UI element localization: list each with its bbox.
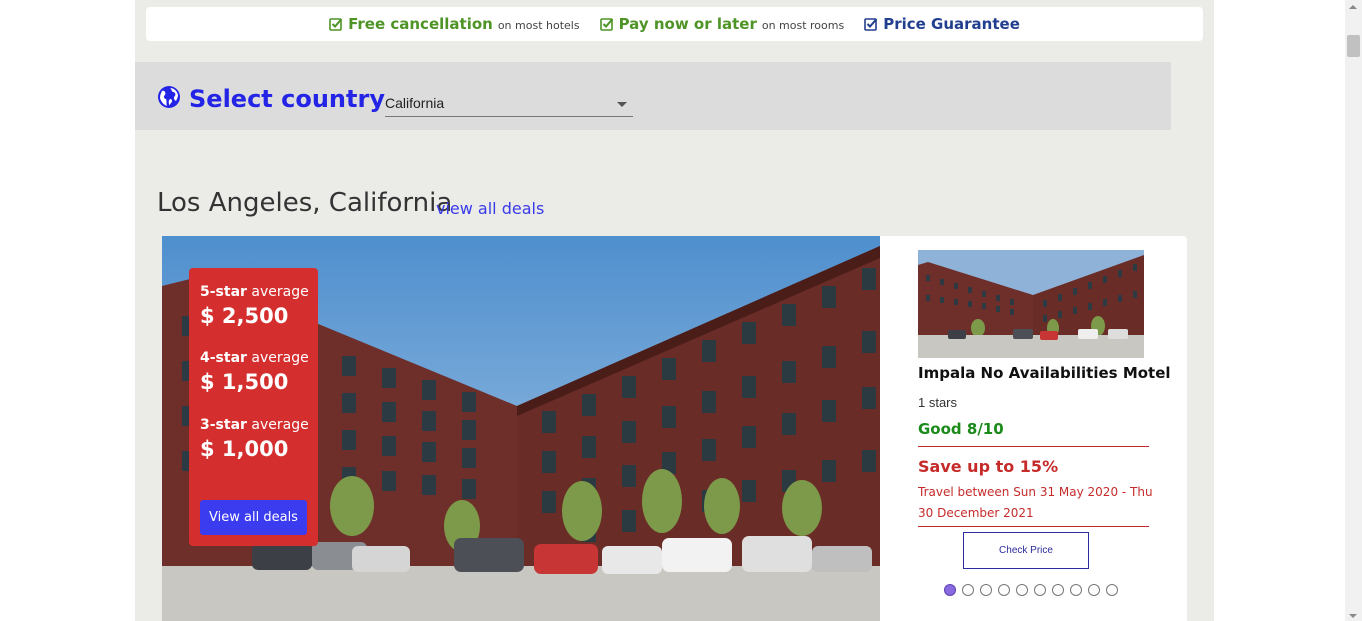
view-all-deals-link[interactable]: view all deals: [436, 199, 544, 218]
star-average-card: 5-star average $ 2,500 4-star average $ …: [189, 268, 318, 546]
benefit-price-guarantee: Price Guarantee: [864, 15, 1020, 33]
scroll-down-arrow-icon[interactable]: [1349, 614, 1357, 618]
carousel-dot[interactable]: [944, 584, 956, 596]
country-selector-bar: Select country California: [135, 62, 1171, 130]
check-price-button[interactable]: Check Price: [963, 532, 1089, 569]
average-3-star: 3-star average $ 1,000: [200, 417, 309, 461]
carousel-dot[interactable]: [1034, 584, 1046, 596]
average-price: $ 2,500: [200, 304, 289, 328]
page-content: Free cancellation on most hotels Pay now…: [135, 0, 1214, 621]
average-4-star: 4-star average $ 1,500: [200, 350, 309, 394]
average-price: $ 1,000: [200, 437, 289, 461]
divider: [918, 446, 1149, 447]
benefit-pay-later: Pay now or later on most rooms: [599, 15, 845, 33]
carousel-dot[interactable]: [1106, 584, 1118, 596]
travel-dates-text: Travel between Sun 31 May 2020 - Thu 30 …: [918, 485, 1153, 520]
scrollbar-thumb[interactable]: [1347, 35, 1360, 57]
view-all-deals-button[interactable]: View all deals: [200, 500, 307, 535]
average-label: average: [251, 417, 309, 433]
star-level: 5-star: [200, 284, 247, 300]
check-icon: [599, 18, 613, 31]
average-5-star: 5-star average $ 2,500: [200, 284, 309, 328]
city-title: Los Angeles, California: [157, 188, 453, 218]
hotel-deal-card: Impala No Availabilities Motel 1 stars G…: [880, 236, 1187, 621]
hotel-thumbnail-illustration: [918, 250, 1144, 358]
dropdown-arrow-icon: [617, 102, 627, 107]
benefit-main-text: Pay now or later: [618, 15, 757, 33]
benefit-main-text: Price Guarantee: [883, 15, 1020, 33]
select-country-title: Select country: [189, 85, 385, 113]
carousel-dot[interactable]: [962, 584, 974, 596]
carousel-dot[interactable]: [1070, 584, 1082, 596]
benefit-free-cancellation: Free cancellation on most hotels: [329, 15, 580, 33]
benefits-bar: Free cancellation on most hotels Pay now…: [146, 7, 1203, 41]
check-icon: [329, 18, 343, 31]
vertical-scrollbar[interactable]: [1345, 0, 1362, 621]
average-price: $ 1,500: [200, 370, 289, 394]
hotel-star-rating: 1 stars: [918, 395, 958, 410]
country-selected-value: California: [385, 95, 445, 111]
carousel-dot[interactable]: [1052, 584, 1064, 596]
carousel-dot[interactable]: [980, 584, 992, 596]
hotel-name[interactable]: Impala No Availabilities Motel: [918, 364, 1171, 382]
benefit-main-text: Free cancellation: [348, 15, 493, 33]
carousel-dot[interactable]: [1016, 584, 1028, 596]
hotel-guest-rating: Good 8/10: [918, 420, 1004, 438]
star-level: 4-star: [200, 350, 247, 366]
savings-text: Save up to 15%: [918, 457, 1059, 476]
benefit-sub-text: on most hotels: [497, 19, 580, 32]
globe-icon: [158, 86, 180, 108]
benefit-sub-text: on most rooms: [761, 19, 845, 32]
average-label: average: [251, 284, 309, 300]
divider: [918, 526, 1149, 527]
average-label: average: [251, 350, 309, 366]
carousel-dot[interactable]: [998, 584, 1010, 596]
hotel-thumbnail[interactable]: [918, 250, 1144, 358]
carousel-dot[interactable]: [1088, 584, 1100, 596]
scroll-up-arrow-icon[interactable]: [1349, 5, 1357, 9]
check-icon: [864, 18, 878, 31]
star-level: 3-star: [200, 417, 247, 433]
carousel-dots: [944, 584, 1118, 596]
country-select[interactable]: California: [385, 92, 633, 117]
